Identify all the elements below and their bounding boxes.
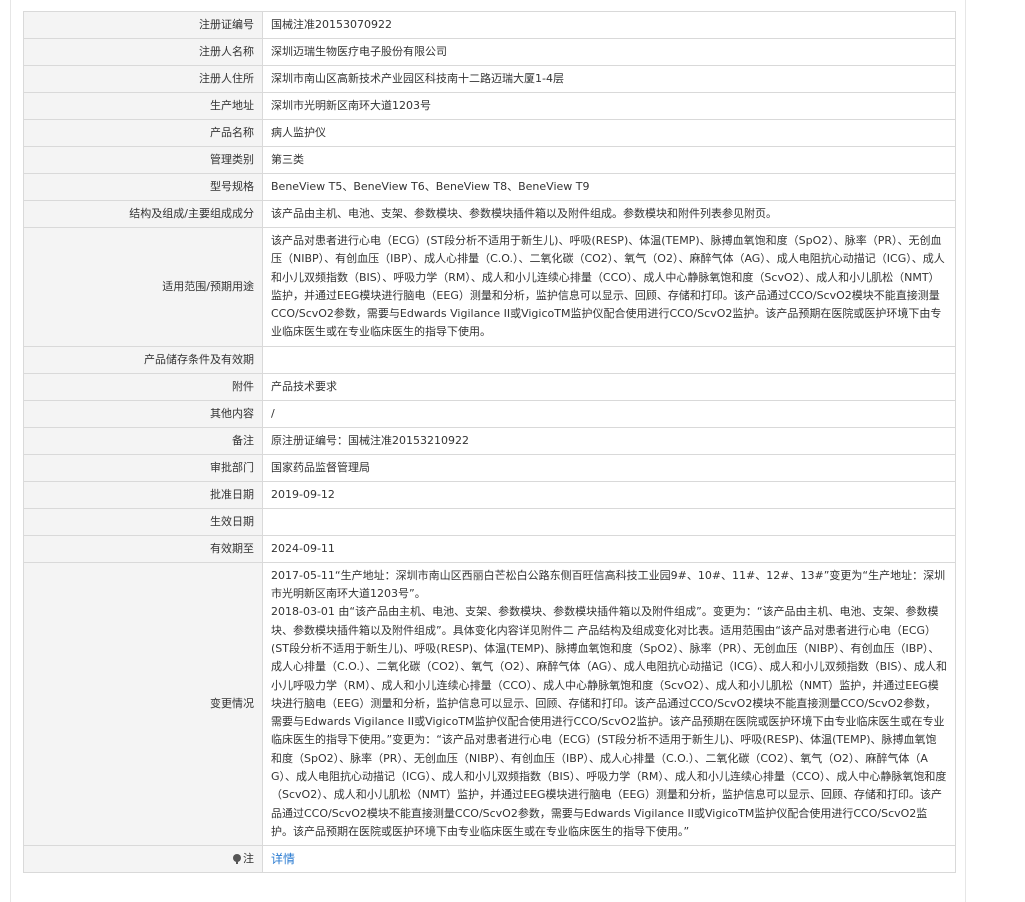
row-label-attachment: 附件 <box>23 372 263 401</box>
details-link[interactable]: 详情 <box>271 852 295 866</box>
table-row: 型号规格 BeneView T5、BeneView T6、BeneView T8… <box>23 173 956 201</box>
table-row: 产品储存条件及有效期 <box>23 345 956 374</box>
row-value-approval-date: 2019-09-12 <box>262 480 956 509</box>
table-row: 产品名称 病人监护仪 <box>23 119 956 147</box>
table-row: 管理类别 第三类 <box>23 146 956 174</box>
note-label: 注 <box>243 852 254 866</box>
row-value-storage <box>262 345 956 374</box>
table-row: 备注 原注册证编号：国械注准20153210922 <box>23 426 956 455</box>
row-value-approval-dept: 国家药品监督管理局 <box>262 453 956 482</box>
row-label-valid-until: 有效期至 <box>23 534 263 563</box>
table-row: 注册人名称 深圳迈瑞生物医疗电子股份有限公司 <box>23 38 956 66</box>
registration-detail-table: 注册证编号 国械注准20153070922 注册人名称 深圳迈瑞生物医疗电子股份… <box>23 11 956 874</box>
change-entry-1: 2017-05-11“生产地址：深圳市南山区西丽白芒松白公路东侧百旺信高科技工业… <box>271 568 946 601</box>
pin-icon <box>233 854 241 865</box>
row-label-change-history: 变更情况 <box>23 561 263 847</box>
row-label-production-address: 生产地址 <box>23 92 263 120</box>
table-row: 有效期至 2024-09-11 <box>23 534 956 563</box>
change-entry-2: 2018-03-01 由“该产品由主机、电池、支架、参数模块、参数模块插件箱以及… <box>271 605 947 838</box>
row-label-note: 注 <box>23 845 263 874</box>
table-row: 批准日期 2019-09-12 <box>23 480 956 509</box>
row-value-note: 详情 <box>262 845 956 874</box>
row-label-approval-date: 批准日期 <box>23 480 263 509</box>
row-label-registration-no: 注册证编号 <box>23 11 263 39</box>
row-value-change-history: 2017-05-11“生产地址：深圳市南山区西丽白芒松白公路东侧百旺信高科技工业… <box>262 561 956 847</box>
row-label-structure: 结构及组成/主要组成成分 <box>23 200 263 228</box>
table-row: 附件 产品技术要求 <box>23 372 956 401</box>
row-label-registrant-name: 注册人名称 <box>23 38 263 66</box>
row-label-model-spec: 型号规格 <box>23 173 263 201</box>
table-row: 注册人住所 深圳市南山区高新技术产业园区科技南十二路迈瑞大厦1-4层 <box>23 65 956 93</box>
table-row: 生效日期 <box>23 507 956 536</box>
row-value-product-name: 病人监护仪 <box>262 119 956 147</box>
table-row: 适用范围/预期用途 该产品对患者进行心电（ECG）(ST段分析不适用于新生儿)、… <box>23 227 956 347</box>
table-row: 生产地址 深圳市光明新区南环大道1203号 <box>23 92 956 120</box>
row-label-product-name: 产品名称 <box>23 119 263 147</box>
row-label-intended-use: 适用范围/预期用途 <box>23 227 263 347</box>
row-label-storage: 产品储存条件及有效期 <box>23 345 263 374</box>
row-label-approval-dept: 审批部门 <box>23 453 263 482</box>
table-row: 其他内容 / <box>23 399 956 428</box>
table-row: 变更情况 2017-05-11“生产地址：深圳市南山区西丽白芒松白公路东侧百旺信… <box>23 561 956 847</box>
row-label-effective-date: 生效日期 <box>23 507 263 536</box>
row-value-structure: 该产品由主机、电池、支架、参数模块、参数模块插件箱以及附件组成。参数模块和附件列… <box>262 200 956 228</box>
row-value-management-class: 第三类 <box>262 146 956 174</box>
row-label-management-class: 管理类别 <box>23 146 263 174</box>
detail-panel: 注册证编号 国械注准20153070922 注册人名称 深圳迈瑞生物医疗电子股份… <box>10 0 966 902</box>
row-value-registrant-address: 深圳市南山区高新技术产业园区科技南十二路迈瑞大厦1-4层 <box>262 65 956 93</box>
row-label-registrant-address: 注册人住所 <box>23 65 263 93</box>
row-value-model-spec: BeneView T5、BeneView T6、BeneView T8、Bene… <box>262 173 956 201</box>
row-value-intended-use: 该产品对患者进行心电（ECG）(ST段分析不适用于新生儿)、呼吸(RESP)、体… <box>262 227 956 347</box>
table-row: 注 详情 <box>23 845 956 874</box>
row-value-other: / <box>262 399 956 428</box>
row-value-registrant-name: 深圳迈瑞生物医疗电子股份有限公司 <box>262 38 956 66</box>
row-value-production-address: 深圳市光明新区南环大道1203号 <box>262 92 956 120</box>
row-value-remark: 原注册证编号：国械注准20153210922 <box>262 426 956 455</box>
row-value-attachment: 产品技术要求 <box>262 372 956 401</box>
row-value-effective-date <box>262 507 956 536</box>
row-value-registration-no: 国械注准20153070922 <box>262 11 956 39</box>
row-label-remark: 备注 <box>23 426 263 455</box>
table-row: 注册证编号 国械注准20153070922 <box>23 11 956 39</box>
table-row: 审批部门 国家药品监督管理局 <box>23 453 956 482</box>
row-value-valid-until: 2024-09-11 <box>262 534 956 563</box>
row-label-other: 其他内容 <box>23 399 263 428</box>
table-row: 结构及组成/主要组成成分 该产品由主机、电池、支架、参数模块、参数模块插件箱以及… <box>23 200 956 228</box>
